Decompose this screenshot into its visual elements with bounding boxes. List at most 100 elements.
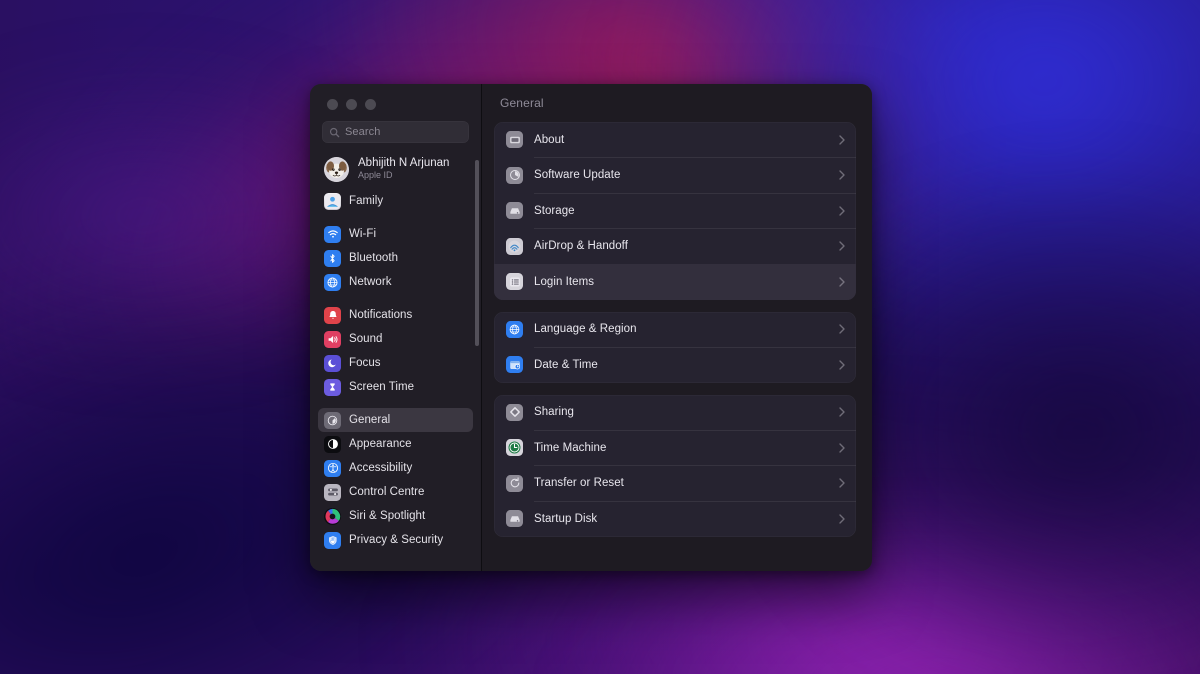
dog-memoji-avatar <box>324 156 349 182</box>
settings-row-sharing[interactable]: Sharing <box>494 395 856 430</box>
content-scroll-area[interactable]: About Software Update Storage AirDrop & … <box>482 122 872 571</box>
login-items-icon <box>506 273 523 291</box>
account-name: Abhijith N Arjunan <box>358 156 450 169</box>
notifications-icon <box>324 306 341 324</box>
sidebar-item-family[interactable]: Family <box>318 189 473 213</box>
settings-group-general-system: About Software Update Storage AirDrop & … <box>494 122 856 300</box>
search-input[interactable]: Search <box>322 121 469 143</box>
settings-row-label: Software Update <box>534 169 621 182</box>
language-region-icon <box>506 320 523 338</box>
chevron-right-icon <box>839 514 845 524</box>
network-icon <box>324 273 341 291</box>
wifi-icon <box>324 225 341 243</box>
startup-disk-icon <box>506 510 523 528</box>
sidebar-item-control-centre[interactable]: Control Centre <box>318 480 473 504</box>
page-title: General <box>500 96 544 110</box>
settings-row-label: AirDrop & Handoff <box>534 240 628 253</box>
account-subtitle: Apple ID <box>358 170 393 181</box>
settings-row-date-time[interactable]: Date & Time <box>494 347 856 383</box>
settings-row-time-machine[interactable]: Time Machine <box>494 430 856 466</box>
time-machine-icon <box>506 439 523 457</box>
settings-row-software-update[interactable]: Software Update <box>494 158 856 193</box>
zoom-button[interactable] <box>365 99 376 110</box>
chevron-right-icon <box>839 206 845 216</box>
settings-row-label: Login Items <box>534 275 594 288</box>
chevron-right-icon <box>839 324 845 334</box>
sidebar-item-label: Family <box>349 195 384 207</box>
settings-row-transfer-or-reset[interactable]: Transfer or Reset <box>494 466 856 501</box>
settings-row-airdrop-handoff[interactable]: AirDrop & Handoff <box>494 229 856 264</box>
sidebar-group-system: Notifications Sound Focus Screen Time <box>318 303 473 399</box>
sidebar: Search Abhijith N Arjunan Apple ID Famil… <box>310 84 482 571</box>
sidebar-item-label: Siri & Spotlight <box>349 510 426 522</box>
settings-group-locale: Language & Region Date & Time <box>494 311 856 383</box>
sidebar-item-label: Appearance <box>349 438 412 450</box>
sidebar-group-network: Wi-Fi Bluetooth Network <box>318 222 473 294</box>
settings-row-label: About <box>534 133 565 146</box>
sidebar-item-apple-id[interactable]: Abhijith N Arjunan Apple ID <box>318 152 473 186</box>
chevron-right-icon <box>839 478 845 488</box>
sidebar-item-label: Accessibility <box>349 462 413 474</box>
settings-row-login-items[interactable]: Login Items <box>494 264 856 300</box>
accessibility-icon <box>324 459 341 477</box>
sidebar-item-notifications[interactable]: Notifications <box>318 303 473 327</box>
airdrop-icon <box>506 237 523 255</box>
family-icon <box>324 192 341 210</box>
sidebar-item-accessibility[interactable]: Accessibility <box>318 456 473 480</box>
settings-row-language-region[interactable]: Language & Region <box>494 312 856 347</box>
siri-icon <box>324 507 341 525</box>
settings-row-label: Startup Disk <box>534 512 598 525</box>
sidebar-item-wi-fi[interactable]: Wi-Fi <box>318 222 473 246</box>
sidebar-group-account: Abhijith N Arjunan Apple ID Family <box>318 152 473 213</box>
settings-row-label: Date & Time <box>534 358 598 371</box>
chevron-right-icon <box>839 241 845 251</box>
search-container: Search <box>310 117 481 143</box>
chevron-right-icon <box>839 407 845 417</box>
focus-icon <box>324 354 341 372</box>
settings-row-label: Transfer or Reset <box>534 477 624 490</box>
window-controls <box>310 84 481 117</box>
software-update-icon <box>506 166 523 184</box>
sidebar-group-general: General Appearance Accessibility Control… <box>318 408 473 552</box>
sidebar-item-sound[interactable]: Sound <box>318 327 473 351</box>
sidebar-item-label: Wi-Fi <box>349 228 377 240</box>
settings-row-label: Time Machine <box>534 441 607 454</box>
search-placeholder: Search <box>345 126 381 138</box>
chevron-right-icon <box>839 170 845 180</box>
sharing-icon <box>506 403 523 421</box>
settings-row-label: Sharing <box>534 406 574 419</box>
settings-row-storage[interactable]: Storage <box>494 193 856 229</box>
sidebar-item-general[interactable]: General <box>318 408 473 432</box>
sidebar-scroll-area[interactable]: Abhijith N Arjunan Apple ID Family Wi-Fi… <box>310 143 481 571</box>
sidebar-item-label: Screen Time <box>349 381 415 393</box>
privacy-security-icon <box>324 531 341 549</box>
storage-icon <box>506 202 523 220</box>
sidebar-item-label: Network <box>349 276 392 288</box>
sidebar-scrollbar[interactable] <box>475 160 479 346</box>
sidebar-item-label: Notifications <box>349 309 413 321</box>
transfer-reset-icon <box>506 474 523 492</box>
settings-row-about[interactable]: About <box>494 122 856 158</box>
sidebar-item-privacy-security[interactable]: Privacy & Security <box>318 528 473 552</box>
desktop-wallpaper: Search Abhijith N Arjunan Apple ID Famil… <box>0 0 1200 674</box>
sidebar-item-label: General <box>349 414 391 426</box>
settings-row-label: Storage <box>534 204 575 217</box>
minimize-button[interactable] <box>346 99 357 110</box>
screen-time-icon <box>324 378 341 396</box>
sidebar-item-focus[interactable]: Focus <box>318 351 473 375</box>
sidebar-item-label: Focus <box>349 357 381 369</box>
close-button[interactable] <box>327 99 338 110</box>
general-icon <box>324 411 341 429</box>
settings-group-services: Sharing Time Machine Transfer or Reset S… <box>494 394 856 537</box>
sidebar-item-network[interactable]: Network <box>318 270 473 294</box>
search-icon <box>329 127 340 137</box>
sidebar-item-bluetooth[interactable]: Bluetooth <box>318 246 473 270</box>
sidebar-item-siri-spotlight[interactable]: Siri & Spotlight <box>318 504 473 528</box>
date-time-icon <box>506 356 523 374</box>
sidebar-item-screen-time[interactable]: Screen Time <box>318 375 473 399</box>
sidebar-item-label: Bluetooth <box>349 252 399 264</box>
chevron-right-icon <box>839 360 845 370</box>
chevron-right-icon <box>839 277 845 287</box>
settings-row-startup-disk[interactable]: Startup Disk <box>494 501 856 537</box>
sidebar-item-appearance[interactable]: Appearance <box>318 432 473 456</box>
